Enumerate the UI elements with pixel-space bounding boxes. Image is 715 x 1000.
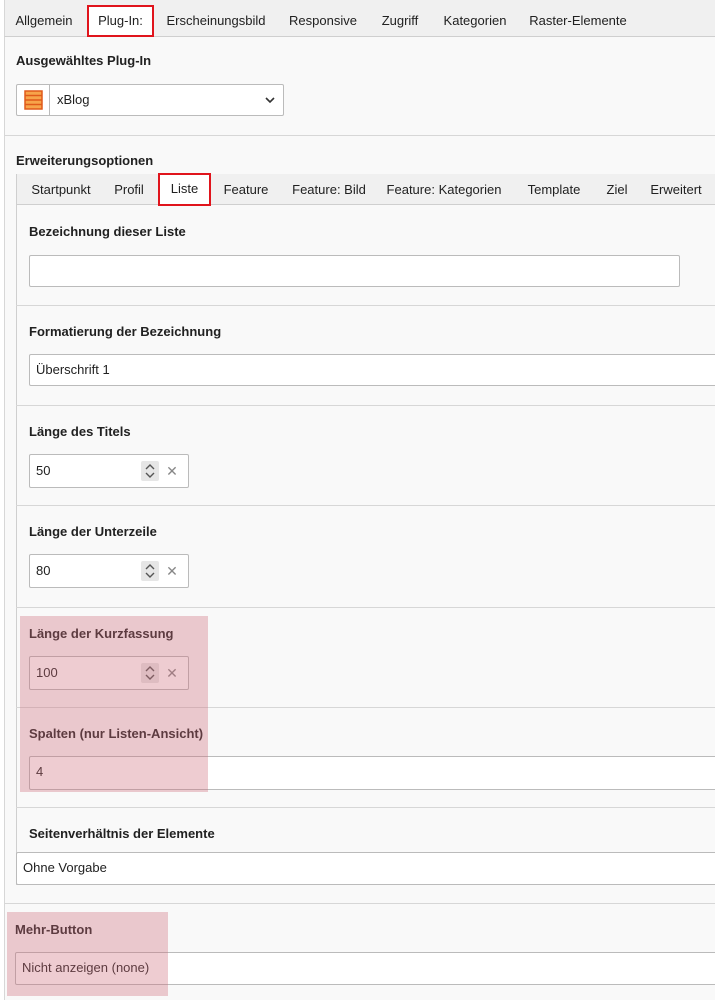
- clear-icon[interactable]: ✕: [166, 561, 178, 581]
- tab-erweitert[interactable]: Erweitert: [645, 174, 707, 205]
- stepper-icon[interactable]: [141, 561, 159, 581]
- tab-plug-in[interactable]: Plug-In:: [87, 5, 154, 37]
- aspect-ratio-select[interactable]: Ohne Vorgabe: [16, 852, 715, 885]
- format-select-value: Überschrift 1: [36, 362, 110, 377]
- title-length-input[interactable]: 50 ✕: [29, 454, 189, 488]
- tab-kategorien[interactable]: Kategorien: [437, 5, 513, 36]
- tab-feature-kategorien[interactable]: Feature: Kategorien: [383, 174, 505, 205]
- divider: [4, 903, 715, 904]
- subline-length-label: Länge der Unterzeile: [29, 524, 157, 539]
- plugin-select[interactable]: xBlog: [16, 84, 284, 116]
- subline-length-input[interactable]: 80 ✕: [29, 554, 189, 588]
- divider: [16, 807, 715, 808]
- title-length-label: Länge des Titels: [29, 424, 131, 439]
- list-name-input[interactable]: [29, 255, 680, 287]
- divider: [16, 305, 715, 306]
- tab-zugriff[interactable]: Zugriff: [373, 5, 427, 36]
- tab-ziel[interactable]: Ziel: [599, 174, 635, 205]
- tab-feature[interactable]: Feature: [217, 174, 275, 205]
- xblog-icon: [17, 85, 50, 115]
- highlight-overlay: [7, 912, 168, 996]
- plugin-select-value: xBlog: [57, 92, 90, 107]
- plugin-label: Ausgewähltes Plug-In: [16, 53, 152, 68]
- tab-feature-bild[interactable]: Feature: Bild: [287, 174, 371, 205]
- tab-responsive[interactable]: Responsive: [281, 5, 365, 36]
- tab-liste[interactable]: Liste: [158, 173, 211, 206]
- stepper-icon[interactable]: [141, 461, 159, 481]
- tab-raster-elemente[interactable]: Raster-Elemente: [523, 5, 633, 36]
- divider: [16, 405, 715, 406]
- clear-icon[interactable]: ✕: [166, 461, 178, 481]
- subline-length-value: 80: [36, 563, 51, 578]
- format-select[interactable]: Überschrift 1: [29, 354, 715, 386]
- tab-erscheinungsbild[interactable]: Erscheinungsbild: [161, 5, 271, 36]
- extension-options-label: Erweiterungsoptionen: [16, 153, 154, 168]
- extension-tab-bar: Startpunkt Profil Liste Feature Feature:…: [17, 173, 715, 206]
- tab-startpunkt[interactable]: Startpunkt: [21, 174, 101, 205]
- divider: [16, 607, 715, 608]
- main-tab-bar: Allgemein Plug-In: Erscheinungsbild Resp…: [4, 0, 715, 37]
- tab-template[interactable]: Template: [521, 174, 587, 205]
- title-length-value: 50: [36, 463, 51, 478]
- tab-profil[interactable]: Profil: [105, 174, 153, 205]
- aspect-ratio-select-value: Ohne Vorgabe: [23, 860, 107, 875]
- highlight-overlay: [20, 616, 208, 792]
- divider: [5, 135, 715, 136]
- format-label: Formatierung der Bezeichnung: [29, 324, 222, 339]
- aspect-ratio-label: Seitenverhältnis der Elemente: [29, 826, 215, 841]
- chevron-down-icon: [265, 97, 275, 104]
- tab-allgemein[interactable]: Allgemein: [7, 5, 81, 36]
- divider: [16, 505, 715, 506]
- list-name-label: Bezeichnung dieser Liste: [29, 224, 186, 239]
